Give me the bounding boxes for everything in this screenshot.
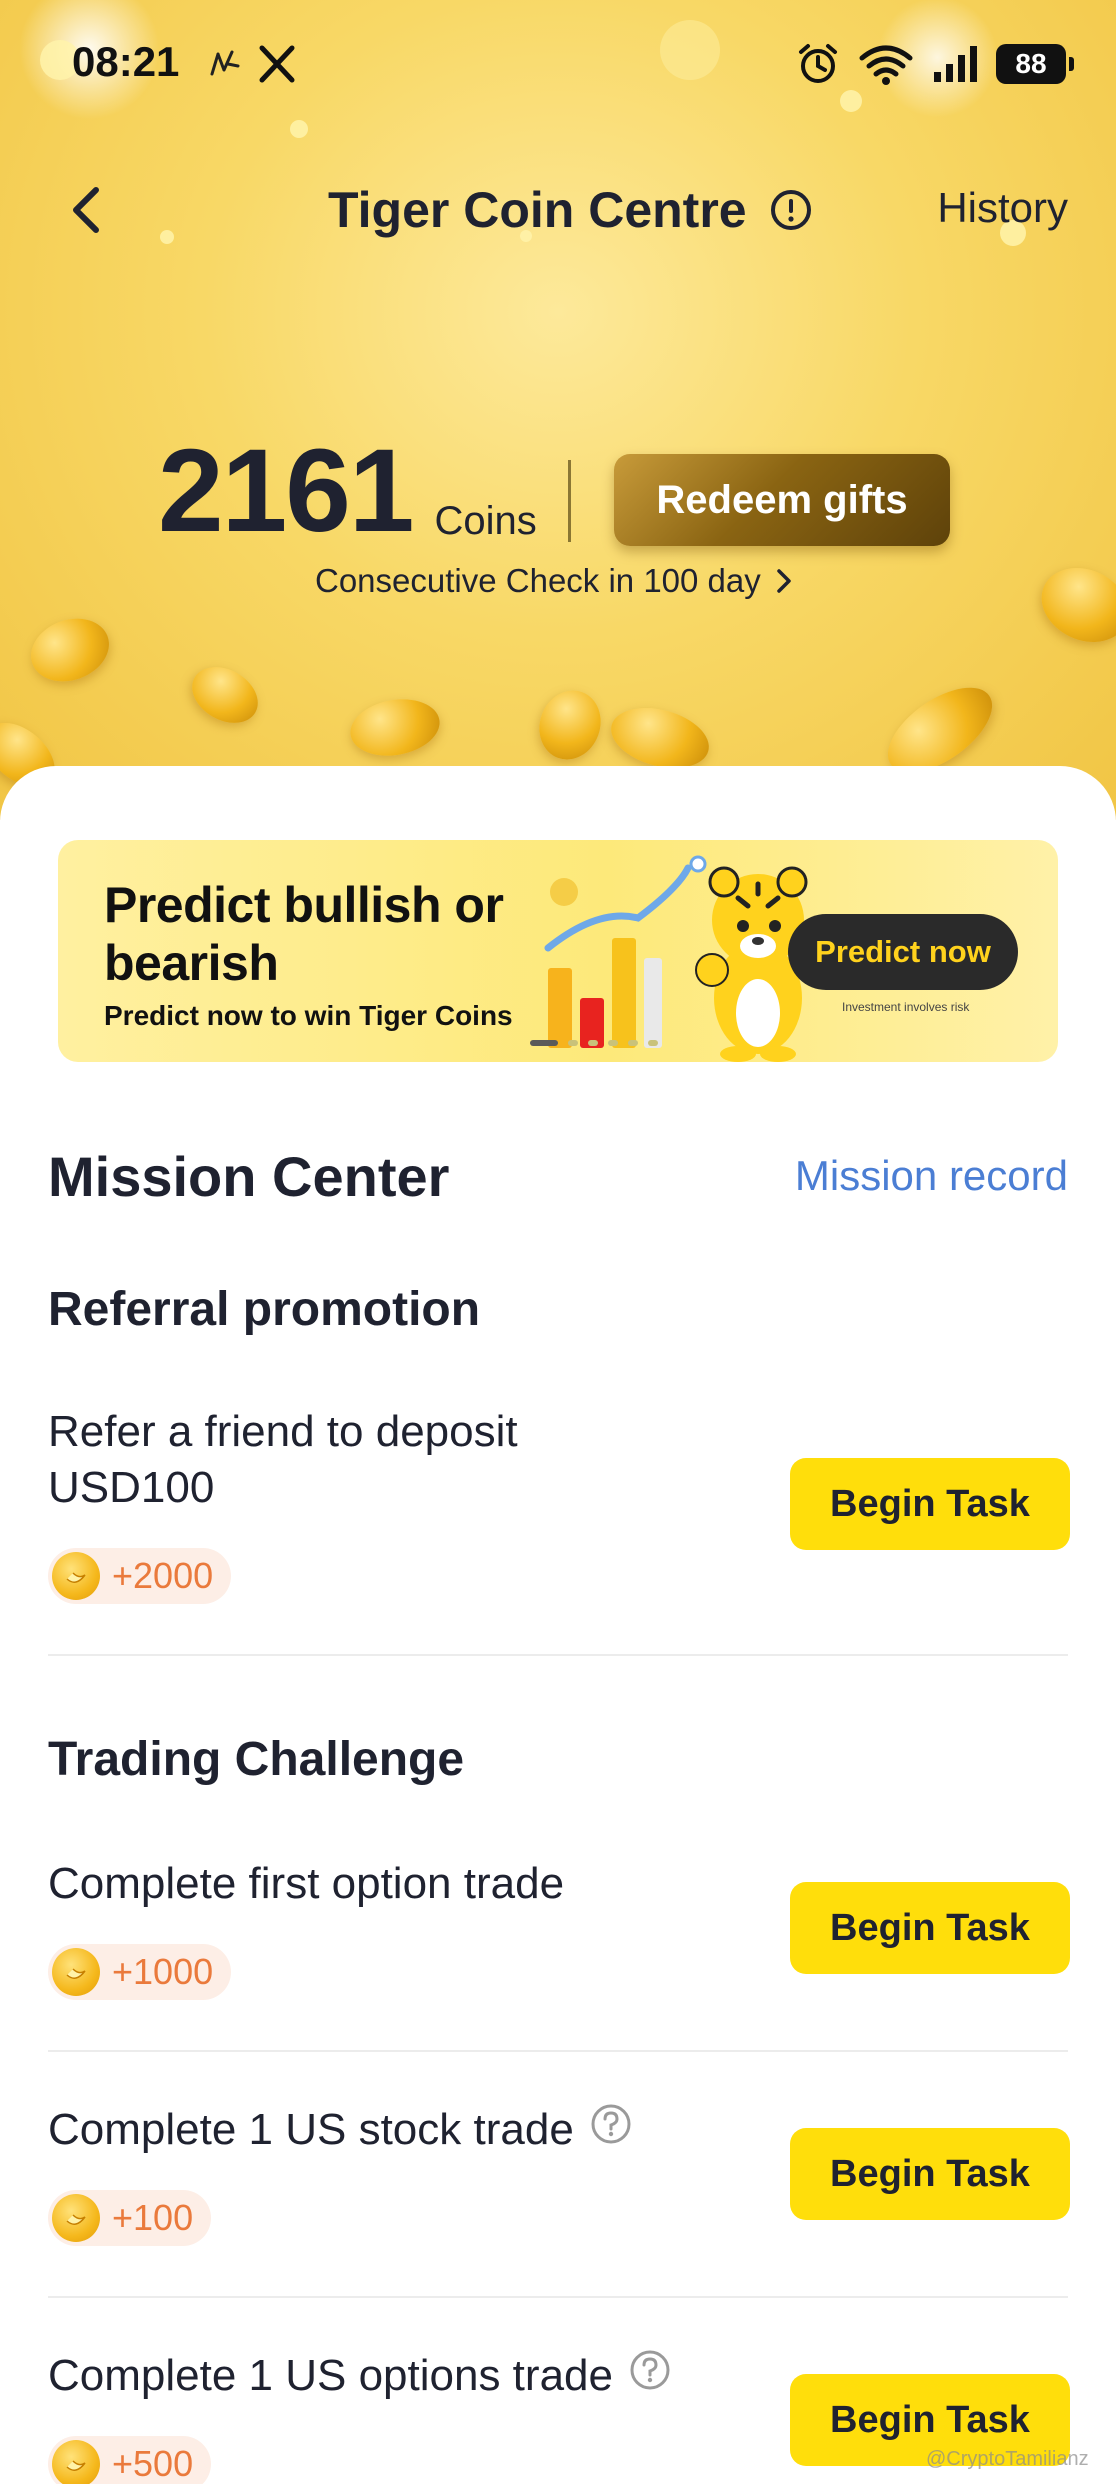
question-help-icon[interactable] [590, 2103, 632, 2145]
coin-icon [52, 1552, 100, 1600]
group-title-trading: Trading Challenge [48, 1733, 465, 1786]
coin-balance: 2161 Coins [158, 430, 537, 550]
pagination-dot [628, 1040, 638, 1046]
investment-risk-note: Investment involves risk [842, 1000, 970, 1014]
pagination-dot [568, 1040, 578, 1046]
predict-banner[interactable]: Predict bullish or bearish Predict now t… [58, 840, 1058, 1062]
chevron-right-icon [777, 569, 791, 593]
coin-count: 2161 [158, 425, 415, 557]
task-name-with-help: Complete 1 US options trade [48, 2348, 671, 2404]
reward-amount: +1000 [112, 1951, 214, 1992]
task-name: Refer a friend to deposit USD100 [48, 1407, 518, 1512]
banner-title: Predict bullish or bearish [104, 877, 504, 991]
pagination-dot [588, 1040, 598, 1046]
wifi-icon [859, 45, 913, 85]
task-name: Complete 1 US options trade [48, 2351, 613, 2400]
coin-decoration [1029, 554, 1116, 656]
coin-decoration [22, 608, 118, 692]
reward-badge: +1000 [48, 1944, 232, 2000]
info-icon[interactable] [769, 188, 813, 232]
row-divider [48, 2050, 1068, 2052]
coin-decoration [345, 692, 445, 763]
checkin-label: Consecutive Check in 100 day [315, 562, 761, 599]
tiger-coin-centre-screen: 08:21 88 Tiger Coin Centre History 2161 … [0, 0, 1116, 2484]
x-app-icon [259, 45, 295, 83]
task-name: Complete 1 US stock trade [48, 2105, 574, 2154]
banner-subtitle: Predict now to win Tiger Coins [104, 1000, 513, 1031]
reward-amount: +2000 [112, 1555, 214, 1596]
balance-divider [568, 460, 571, 542]
page-title: Tiger Coin Centre [328, 182, 747, 238]
begin-task-button[interactable]: Begin Task [790, 1458, 1070, 1550]
status-time: 08:21 [72, 38, 180, 85]
row-divider [48, 2296, 1068, 2298]
reward-amount: +100 [112, 2197, 194, 2238]
coin-unit-label: Coins [434, 499, 537, 543]
coin-decoration [529, 681, 611, 769]
watermark: @CryptoTamilianz [926, 2448, 1089, 2470]
task-name: Complete first option trade [48, 1859, 565, 1908]
alarm-icon [799, 44, 837, 83]
pagination-dot-active [530, 1040, 558, 1046]
task-name-with-help: Complete 1 US stock trade [48, 2102, 632, 2158]
reward-badge: +2000 [48, 1548, 232, 1604]
reward-amount: +500 [112, 2443, 194, 2484]
status-bar: 08:21 88 [0, 0, 1116, 130]
consecutive-checkin-link[interactable]: Consecutive Check in 100 day [315, 562, 793, 600]
coin-decoration [182, 655, 268, 735]
row-divider [48, 1654, 1068, 1656]
coin-icon [52, 2440, 100, 2484]
app-notification-icon [210, 50, 240, 76]
question-help-icon[interactable] [629, 2349, 671, 2391]
pagination-dot [648, 1040, 658, 1046]
group-title-referral: Referral promotion [48, 1283, 481, 1336]
history-link[interactable]: History [937, 184, 1068, 232]
navigation-bar: Tiger Coin Centre History [0, 160, 1116, 260]
reward-badge: +100 [48, 2190, 212, 2246]
reward-badge: +500 [48, 2436, 212, 2484]
coin-icon [52, 2194, 100, 2242]
predict-now-button[interactable]: Predict now [788, 914, 1018, 990]
begin-task-button[interactable]: Begin Task [790, 1882, 1070, 1974]
battery-level: 88 [1015, 48, 1047, 79]
banner-pagination [530, 1040, 658, 1046]
pagination-dot [608, 1040, 618, 1046]
begin-task-button[interactable]: Begin Task [790, 2128, 1070, 2220]
signal-icon [934, 46, 977, 82]
mission-record-link[interactable]: Mission record [795, 1152, 1068, 1200]
page-title-group: Tiger Coin Centre [328, 182, 813, 238]
coin-icon [52, 1948, 100, 1996]
battery-indicator: 88 [996, 44, 1074, 84]
mission-center-title: Mission Center [48, 1145, 450, 1208]
status-indicators: 88 [796, 40, 1074, 88]
back-arrow-icon[interactable] [60, 180, 120, 240]
redeem-gifts-button[interactable]: Redeem gifts [614, 454, 950, 546]
